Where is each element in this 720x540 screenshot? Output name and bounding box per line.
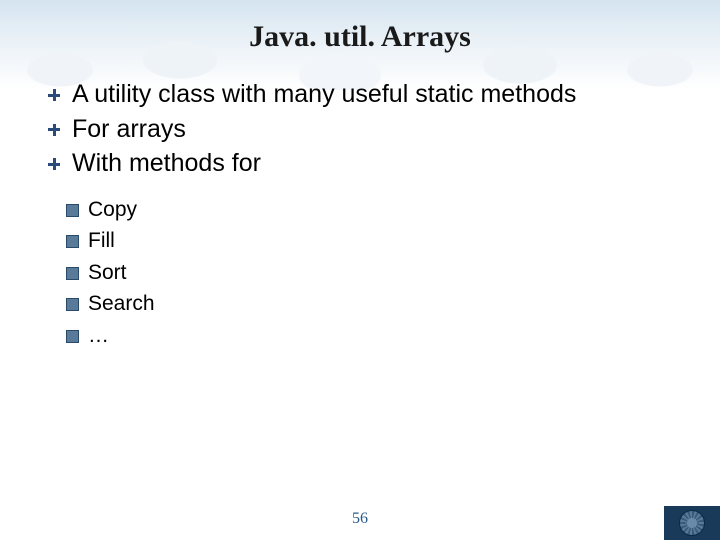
seal-icon <box>679 510 705 536</box>
page-number: 56 <box>0 510 720 528</box>
slide-title: Java. util. Arrays <box>0 20 720 54</box>
slide-footer: 56 <box>0 504 720 540</box>
slide-content: A utility class with many useful static … <box>0 78 720 351</box>
sub-bullet-item: Copy <box>66 194 674 226</box>
sub-bullet-item: Sort <box>66 257 674 289</box>
slide: Java. util. Arrays A utility class with … <box>0 0 720 540</box>
bullet-item: With methods for <box>46 147 674 180</box>
bullet-item: A utility class with many useful static … <box>46 78 674 111</box>
main-bullet-list: A utility class with many useful static … <box>46 78 674 180</box>
footer-strip <box>664 506 720 540</box>
sub-bullet-list: Copy Fill Sort Search … <box>66 194 674 352</box>
sub-bullet-item: Search <box>66 288 674 320</box>
bullet-item: For arrays <box>46 113 674 146</box>
sub-bullet-item: … <box>66 320 674 352</box>
sub-bullet-item: Fill <box>66 225 674 257</box>
